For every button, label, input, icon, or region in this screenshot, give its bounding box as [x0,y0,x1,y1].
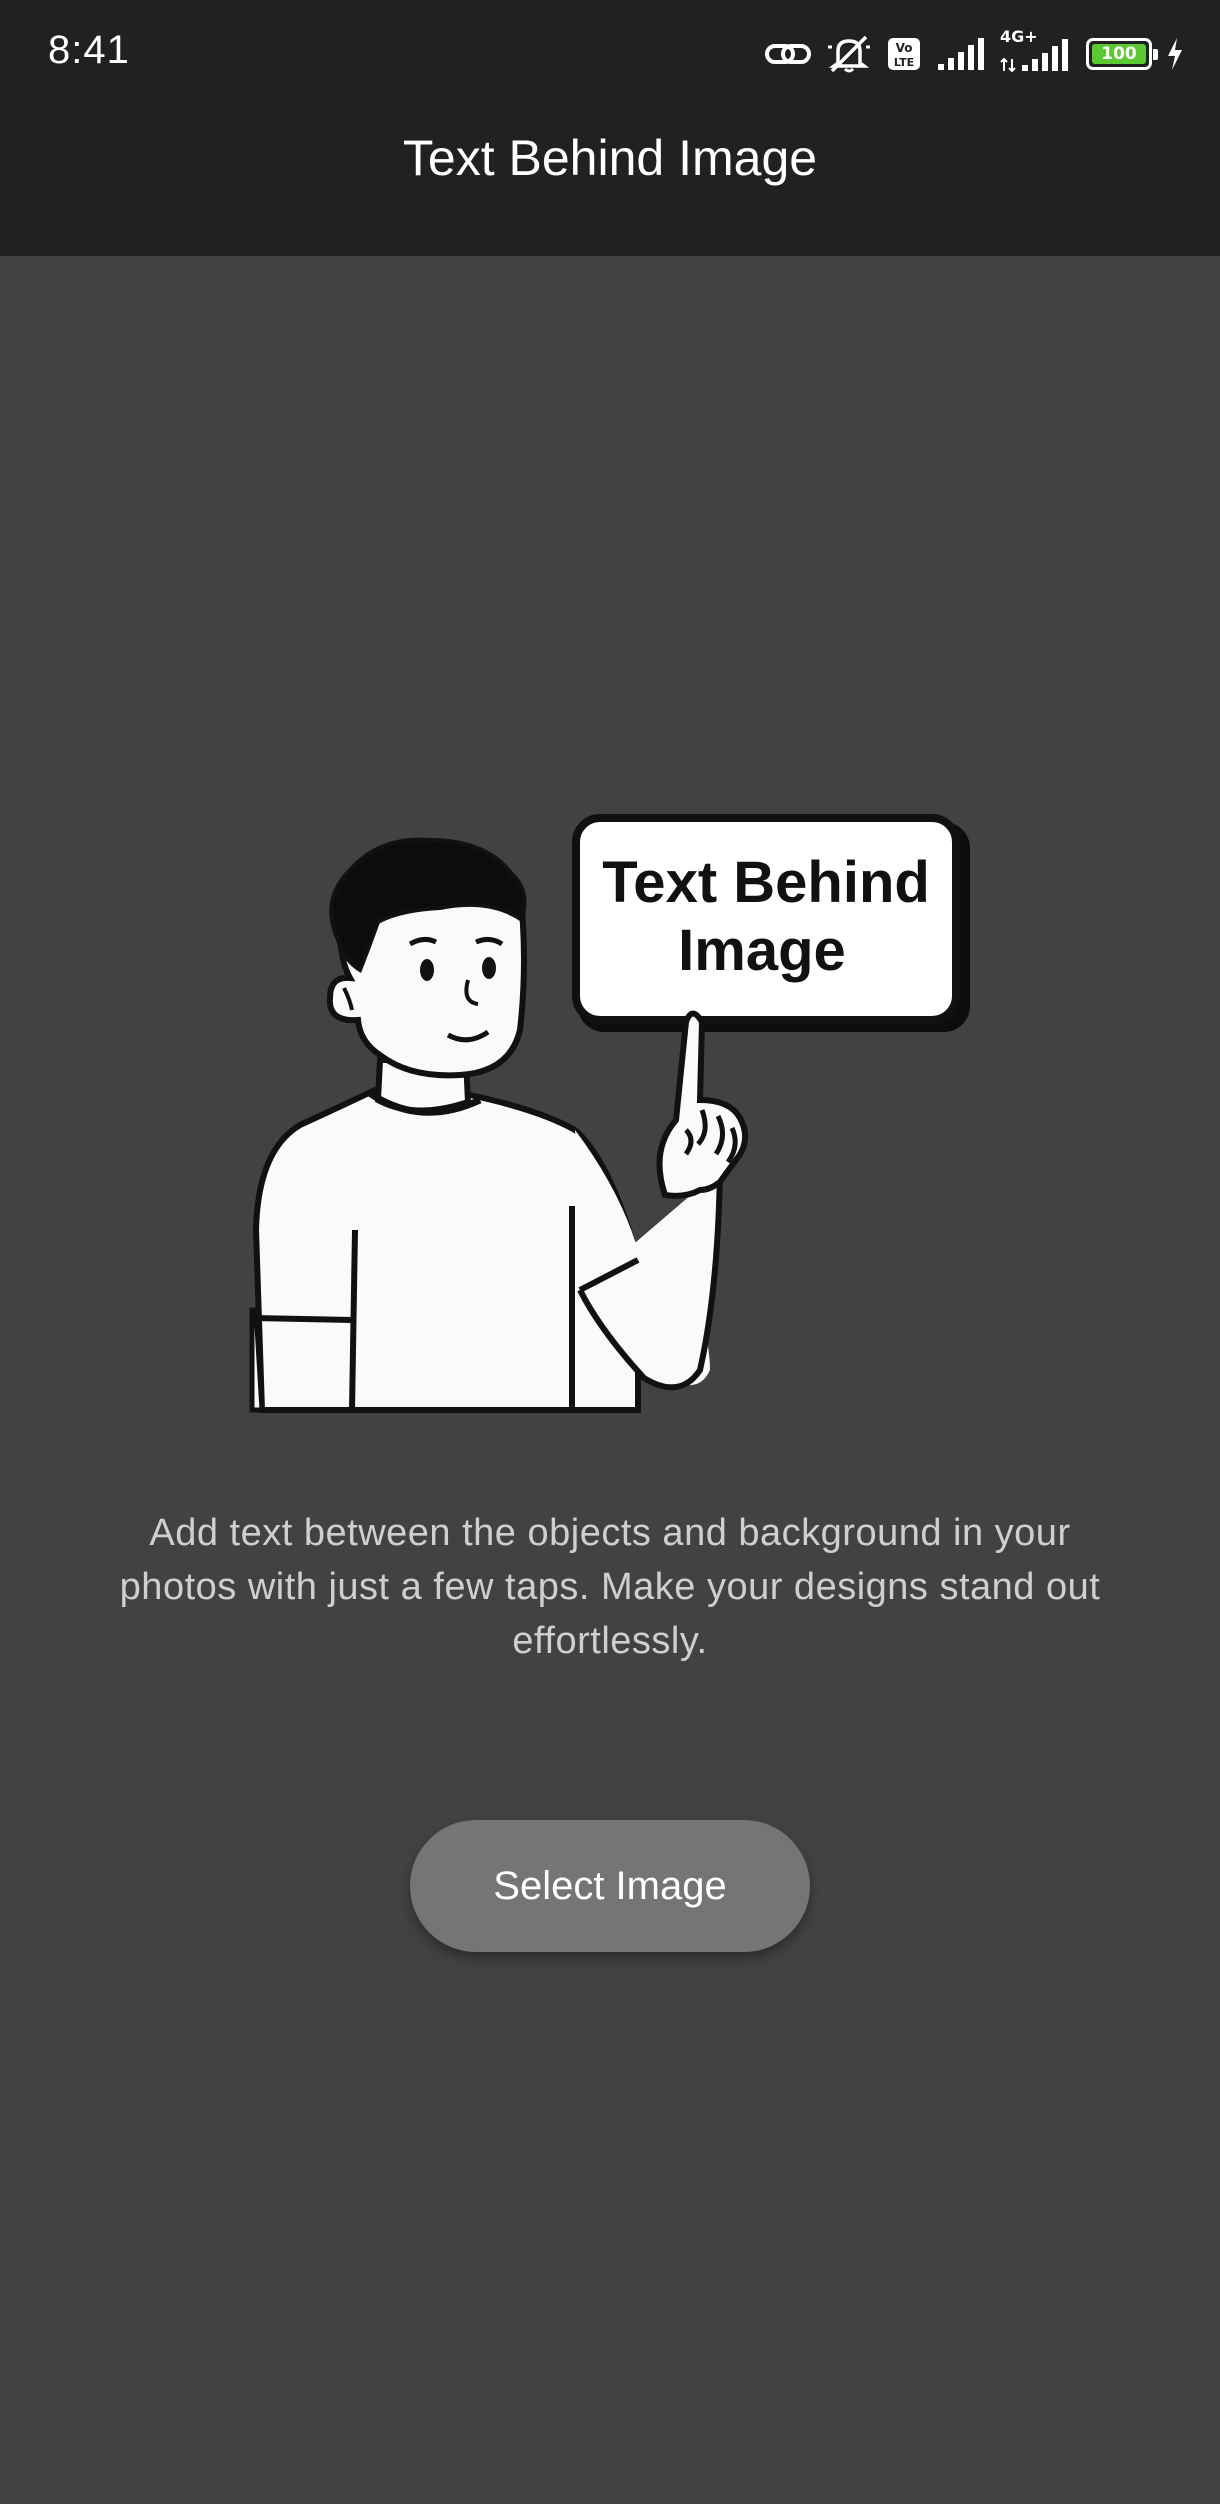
signal-4g-icon: 4G+ [1000,27,1072,75]
battery-level: 100 [1092,44,1146,64]
select-image-button[interactable]: Select Image [410,1820,810,1952]
sign-line-1: Text Behind [602,850,930,915]
silent-mode-icon [826,33,872,75]
app-bar: Text Behind Image [0,110,1220,256]
charging-icon [1166,37,1184,71]
status-icons: Vo LTE 4G+ 100 [764,27,1184,80]
sign-line-2: Image [678,918,846,983]
link-icon [764,34,812,74]
volte-icon: Vo LTE [886,36,922,72]
signal-icon [936,36,986,72]
status-bar: 8:41 Vo LTE 4G+ 100 [0,0,1220,110]
battery-tip [1153,49,1158,60]
left-eye [420,959,434,981]
right-eye [482,957,496,979]
description-text: Add text between the objects and backgro… [119,1512,1101,1662]
svg-text:LTE: LTE [894,56,914,69]
battery-icon: 100 [1086,38,1158,70]
hero-illustration: Text Behind Image [240,810,980,1420]
svg-text:Vo: Vo [896,41,913,55]
status-time: 8:41 [48,28,130,72]
pointing-hand [656,1010,749,1199]
app-title: Text Behind Image [402,130,818,186]
